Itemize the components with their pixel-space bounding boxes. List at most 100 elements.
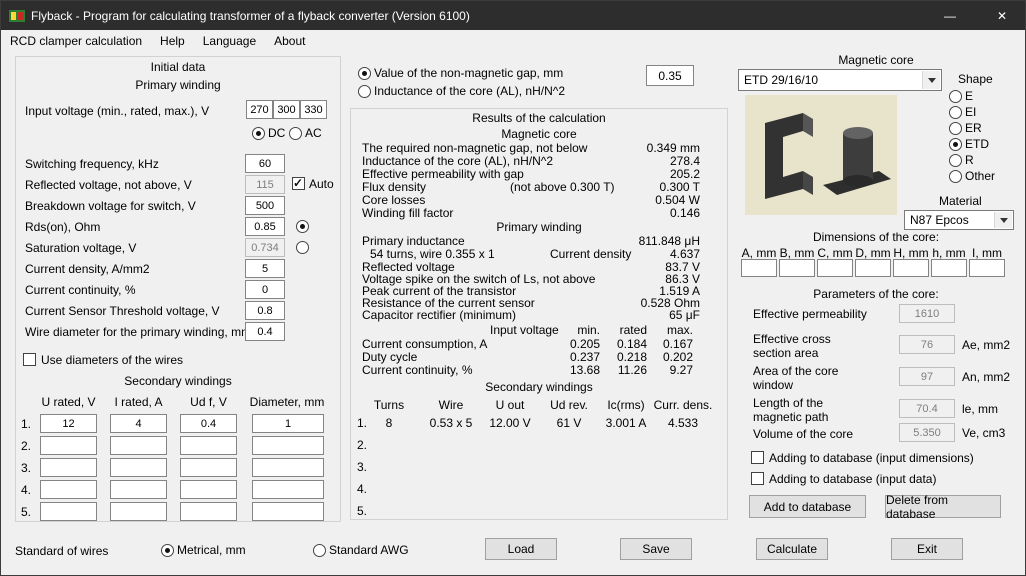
add-to-database-button[interactable]: Add to database — [749, 495, 866, 518]
dim-input-i[interactable] — [969, 259, 1005, 277]
result-note: (not above 0.300 T) — [510, 180, 615, 194]
breakdown-voltage-input[interactable] — [245, 196, 285, 215]
material-select[interactable]: N87 Epcos — [904, 210, 1014, 230]
switching-frequency-input[interactable] — [245, 154, 285, 173]
primary-wire-diameter-input[interactable] — [245, 322, 285, 341]
sec-u-rated-4[interactable] — [40, 480, 97, 499]
sec-i-rated-5[interactable] — [110, 502, 167, 521]
menu-rcd-clamper[interactable]: RCD clamper calculation — [1, 34, 151, 48]
sec-diameter-5[interactable] — [252, 502, 324, 521]
result-value: 11.26 — [617, 363, 647, 377]
sec-udf-5[interactable] — [180, 502, 237, 521]
saturation-voltage-radio[interactable] — [296, 241, 309, 254]
use-diameters-checkbox[interactable] — [23, 353, 36, 366]
dim-input-a[interactable] — [741, 259, 777, 277]
sec-result-header: Ic(rms) — [607, 398, 645, 412]
sec-u-rated-3[interactable] — [40, 458, 97, 477]
shape-radio-e[interactable] — [949, 90, 962, 103]
sec-diameter-4[interactable] — [252, 480, 324, 499]
load-button[interactable]: Load — [485, 538, 557, 560]
sec-udf-2[interactable] — [180, 436, 237, 455]
shape-radio-other[interactable] — [949, 170, 962, 183]
input-voltage-min[interactable] — [246, 100, 273, 119]
dim-input-h2[interactable] — [931, 259, 967, 277]
sec-i-rated-1[interactable] — [110, 414, 167, 433]
calculate-button[interactable]: Calculate — [756, 538, 828, 560]
row-number: 2. — [21, 439, 32, 453]
sec-u-rated-5[interactable] — [40, 502, 97, 521]
awg-radio[interactable] — [313, 544, 326, 557]
sec-diameter-3[interactable] — [252, 458, 324, 477]
sec-u-rated-2[interactable] — [40, 436, 97, 455]
sec-u-rated-1[interactable] — [40, 414, 97, 433]
save-button[interactable]: Save — [620, 538, 692, 560]
rds-on-input[interactable] — [245, 217, 285, 236]
shape-radio-er[interactable] — [949, 122, 962, 135]
voltage-col-header: min. — [577, 323, 600, 337]
voltage-col-header: rated — [619, 323, 647, 337]
sec-i-rated-2[interactable] — [110, 436, 167, 455]
result-label: Flux density — [362, 180, 427, 194]
gap-value-radio[interactable] — [358, 67, 371, 80]
result-value: 65 μF — [669, 308, 700, 322]
row-number: 4. — [21, 483, 32, 497]
sec-udf-1[interactable] — [180, 414, 237, 433]
delete-from-database-button[interactable]: Delete from database — [885, 493, 1001, 521]
material-label: Material — [939, 194, 982, 208]
close-icon[interactable]: ✕ — [985, 1, 1019, 30]
secondary-col-header: U rated, V — [41, 395, 96, 409]
sensor-threshold-input[interactable] — [245, 301, 285, 320]
current-continuity-input[interactable] — [245, 280, 285, 299]
al-value-radio-label: Inductance of the core (AL), nH/N^2 — [374, 84, 566, 98]
input-voltage-max[interactable] — [300, 100, 327, 119]
minimize-icon[interactable]: — — [935, 1, 965, 30]
param-unit: Ve, cm3 — [962, 426, 1006, 440]
add-dimensions-checkbox-label: Adding to database (input dimensions) — [769, 451, 974, 465]
dim-input-c[interactable] — [817, 259, 853, 277]
gap-value-input[interactable] — [646, 65, 694, 86]
dim-input-h[interactable] — [893, 259, 929, 277]
shape-radio-ei[interactable] — [949, 106, 962, 119]
sec-result-header: Wire — [438, 398, 464, 412]
al-value-radio[interactable] — [358, 85, 371, 98]
sec-diameter-1[interactable] — [252, 414, 324, 433]
shape-radio-etd[interactable] — [949, 138, 962, 151]
result-value: 13.68 — [569, 363, 600, 377]
field-label: Current density, A/mm2 — [25, 262, 150, 276]
shape-radio-r[interactable] — [949, 154, 962, 167]
field-label: Wire diameter for the primary winding, m… — [25, 325, 252, 339]
material-select-value: N87 Epcos — [910, 213, 969, 227]
input-voltage-rated[interactable] — [273, 100, 300, 119]
dim-input-b[interactable] — [779, 259, 815, 277]
metric-radio[interactable] — [161, 544, 174, 557]
sec-udf-3[interactable] — [180, 458, 237, 477]
sec-diameter-2[interactable] — [252, 436, 324, 455]
sec-i-rated-3[interactable] — [110, 458, 167, 477]
core-select[interactable]: ETD 29/16/10 — [738, 69, 942, 91]
auto-checkbox[interactable] — [292, 176, 305, 190]
result-value: 0.349 mm — [646, 141, 700, 155]
chevron-down-icon[interactable] — [994, 212, 1012, 228]
rds-on-radio[interactable] — [296, 220, 309, 233]
results-primary-title: Primary winding — [496, 220, 582, 234]
exit-button[interactable]: Exit — [891, 538, 963, 560]
reflected-voltage-input — [245, 175, 285, 194]
dimensions-title: Dimensions of the core: — [812, 230, 940, 244]
add-data-checkbox[interactable] — [751, 472, 764, 485]
result-label: Capacitor rectifier (minimum) — [362, 308, 517, 322]
shape-radio-etd-label: ETD — [965, 137, 989, 151]
dim-input-d[interactable] — [855, 259, 891, 277]
current-density-input[interactable] — [245, 259, 285, 278]
awg-radio-label: Standard AWG — [329, 543, 409, 557]
param-label: Effective cross section area — [753, 332, 831, 360]
sec-i-rated-4[interactable] — [110, 480, 167, 499]
add-dimensions-checkbox[interactable] — [751, 451, 764, 464]
menu-about[interactable]: About — [265, 34, 314, 48]
chevron-down-icon[interactable] — [922, 71, 940, 89]
menu-help[interactable]: Help — [151, 34, 194, 48]
core-photo — [745, 95, 897, 215]
ac-radio[interactable] — [289, 127, 302, 140]
dc-radio[interactable] — [252, 127, 265, 140]
menu-language[interactable]: Language — [194, 34, 265, 48]
sec-udf-4[interactable] — [180, 480, 237, 499]
